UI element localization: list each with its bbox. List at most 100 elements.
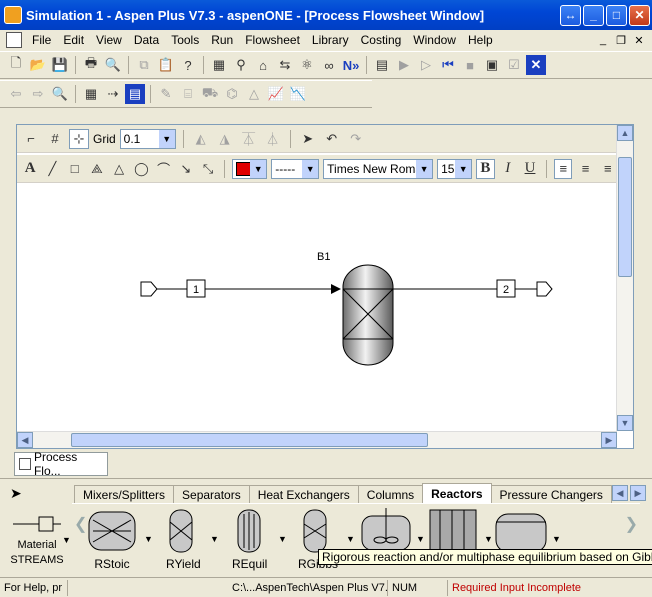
plot-icon-5[interactable]: △ (244, 84, 264, 104)
chevron-down-icon[interactable]: ▼ (278, 534, 287, 544)
align-right-icon[interactable]: ≡ (599, 159, 617, 179)
control-panel-icon[interactable]: ▤ (372, 55, 392, 75)
mdi-close-button[interactable]: ✕ (632, 34, 646, 47)
flowsheet-canvas[interactable]: 1 B1 2 (17, 187, 617, 431)
reinitialize-icon[interactable]: ⏮ (438, 55, 458, 75)
panel-scroll-left-icon[interactable]: ❮ (74, 514, 87, 534)
horizontal-scroll-thumb[interactable] (71, 433, 428, 447)
menu-costing[interactable]: Costing (355, 33, 408, 47)
tab-heat-exchangers[interactable]: Heat Exchangers (248, 485, 359, 503)
polygon-tool-icon[interactable]: ⟁ (88, 159, 106, 179)
arrow-tool-icon[interactable]: ↘ (177, 159, 195, 179)
rotate-right-icon[interactable]: ◮ (215, 129, 235, 149)
print-icon[interactable]: 🖶 (81, 55, 101, 75)
scroll-up-icon[interactable]: ▲ (617, 125, 633, 141)
undo-icon[interactable]: ↶ (322, 129, 342, 149)
reactor-block-b1[interactable] (342, 264, 394, 366)
flip-vertical-icon[interactable]: ⏃ (263, 129, 283, 149)
data-browser-icon[interactable]: ▦ (209, 55, 229, 75)
analysis-icon[interactable]: ∞ (319, 55, 339, 75)
arc-tool-icon[interactable]: ⌒ (155, 159, 173, 179)
whats-this-icon[interactable]: ? (178, 55, 198, 75)
flowsheet-icon[interactable]: ⚲ (231, 55, 251, 75)
align-center-icon[interactable]: ≡ (576, 159, 594, 179)
plot-icon-3[interactable]: ⛟ (200, 84, 220, 104)
rectangle-tool-icon[interactable]: □ (66, 159, 84, 179)
properties-icon[interactable]: ⚛ (297, 55, 317, 75)
menu-edit[interactable]: Edit (57, 33, 90, 47)
chevron-down-icon[interactable]: ▼ (552, 534, 561, 544)
section-icon[interactable]: ▦ (81, 84, 101, 104)
plot-icon-2[interactable]: ⌸ (178, 84, 198, 104)
grid-select[interactable]: 0.1 ▼ (119, 128, 176, 149)
menu-tools[interactable]: Tools (165, 33, 205, 47)
stream-format-icon[interactable]: ⇢ (103, 84, 123, 104)
zoom-icon[interactable]: 🔍 (50, 84, 70, 104)
line-style-select[interactable]: ----- ▼ (271, 158, 320, 179)
italic-button[interactable]: I (499, 159, 517, 179)
select-arrow-icon[interactable]: ➤ (298, 129, 318, 149)
tab-columns[interactable]: Columns (357, 485, 424, 503)
tab-mixers-splitters[interactable]: Mixers/Splitters (74, 485, 175, 503)
menu-library[interactable]: Library (306, 33, 355, 47)
text-tool-icon[interactable]: A (21, 159, 39, 179)
next-icon[interactable]: N» (341, 55, 361, 75)
horizontal-scrollbar[interactable]: ◀ ▶ (17, 431, 617, 448)
mdi-minimize-button[interactable]: _ (596, 34, 610, 47)
streams-icon[interactable]: ⇆ (275, 55, 295, 75)
new-icon[interactable]: 🗋 (6, 55, 26, 75)
vertical-scrollbar[interactable]: ▲ ▼ (616, 125, 633, 431)
product-arrow-icon[interactable] (536, 281, 553, 297)
restore-width-button[interactable]: ↔ (560, 4, 581, 26)
forward-icon[interactable]: ⇨ (28, 84, 48, 104)
tab-scroll-right-icon[interactable]: ▶ (630, 485, 646, 501)
chevron-down-icon[interactable]: ▼ (250, 159, 267, 178)
chevron-down-icon[interactable]: ▼ (144, 534, 153, 544)
stop-icon[interactable]: ■ (460, 55, 480, 75)
font-size-select[interactable]: 15 ▼ (437, 158, 473, 179)
plot-wizard-icon[interactable]: ✎ (156, 84, 176, 104)
chevron-down-icon[interactable]: ▼ (210, 534, 219, 544)
redo-icon[interactable]: ↷ (346, 129, 366, 149)
flowsheet-display-icon[interactable]: ▤ (125, 84, 145, 104)
double-arrow-tool-icon[interactable]: ⤡ (199, 159, 217, 179)
bold-button[interactable]: B (476, 158, 495, 179)
title-bar[interactable]: Simulation 1 - Aspen Plus V7.3 - aspenON… (0, 0, 652, 30)
step-icon[interactable]: ▷ (416, 55, 436, 75)
window-tab-process-flowsheet[interactable]: Process Flo... (14, 450, 108, 478)
underline-button[interactable]: U (521, 159, 539, 179)
flip-horizontal-icon[interactable]: ⏄ (239, 129, 259, 149)
color-select[interactable]: ▼ (232, 158, 268, 179)
flowsheet-drawing[interactable]: 1 B1 2 (17, 187, 617, 431)
chevron-down-icon[interactable]: ▼ (416, 534, 425, 544)
plot-icon-4[interactable]: ⌬ (222, 84, 242, 104)
streams-group[interactable]: Material STREAMS (4, 513, 70, 566)
ellipse-tool-icon[interactable]: ◯ (132, 159, 150, 179)
menu-flowsheet[interactable]: Flowsheet (239, 33, 306, 47)
vertical-scroll-thumb[interactable] (618, 157, 632, 277)
components-icon[interactable]: ⌂ (253, 55, 273, 75)
exit-icon[interactable]: ✕ (526, 55, 546, 75)
chevron-down-icon[interactable]: ▼ (455, 159, 472, 178)
snap-icon[interactable]: ⊹ (69, 128, 89, 149)
paste-icon[interactable]: 📋 (156, 55, 176, 75)
app-icon[interactable] (4, 6, 22, 24)
chevron-down-icon[interactable]: ▼ (62, 535, 71, 545)
scroll-right-icon[interactable]: ▶ (601, 432, 617, 448)
model-requil[interactable]: REquil (232, 508, 267, 571)
menu-file[interactable]: File (26, 33, 57, 47)
mdi-restore-button[interactable]: ❐ (614, 34, 628, 47)
select-mode-icon[interactable]: ➤ (10, 485, 22, 502)
run-icon[interactable]: ▶ (394, 55, 414, 75)
model-ryield[interactable]: RYield (166, 508, 201, 571)
panel-scroll-right-icon[interactable]: ❯ (625, 514, 638, 534)
close-button[interactable]: ✕ (629, 4, 650, 26)
open-icon[interactable]: 📂 (28, 55, 48, 75)
tab-scroll-left-icon[interactable]: ◀ (612, 485, 628, 501)
scroll-left-icon[interactable]: ◀ (17, 432, 33, 448)
chevron-down-icon[interactable]: ▼ (158, 129, 175, 148)
menu-view[interactable]: View (90, 33, 128, 47)
chevron-down-icon[interactable]: ▼ (416, 159, 433, 178)
line-plot-icon[interactable]: 📈 (266, 84, 286, 104)
copy-icon[interactable]: ⧉ (134, 55, 154, 75)
